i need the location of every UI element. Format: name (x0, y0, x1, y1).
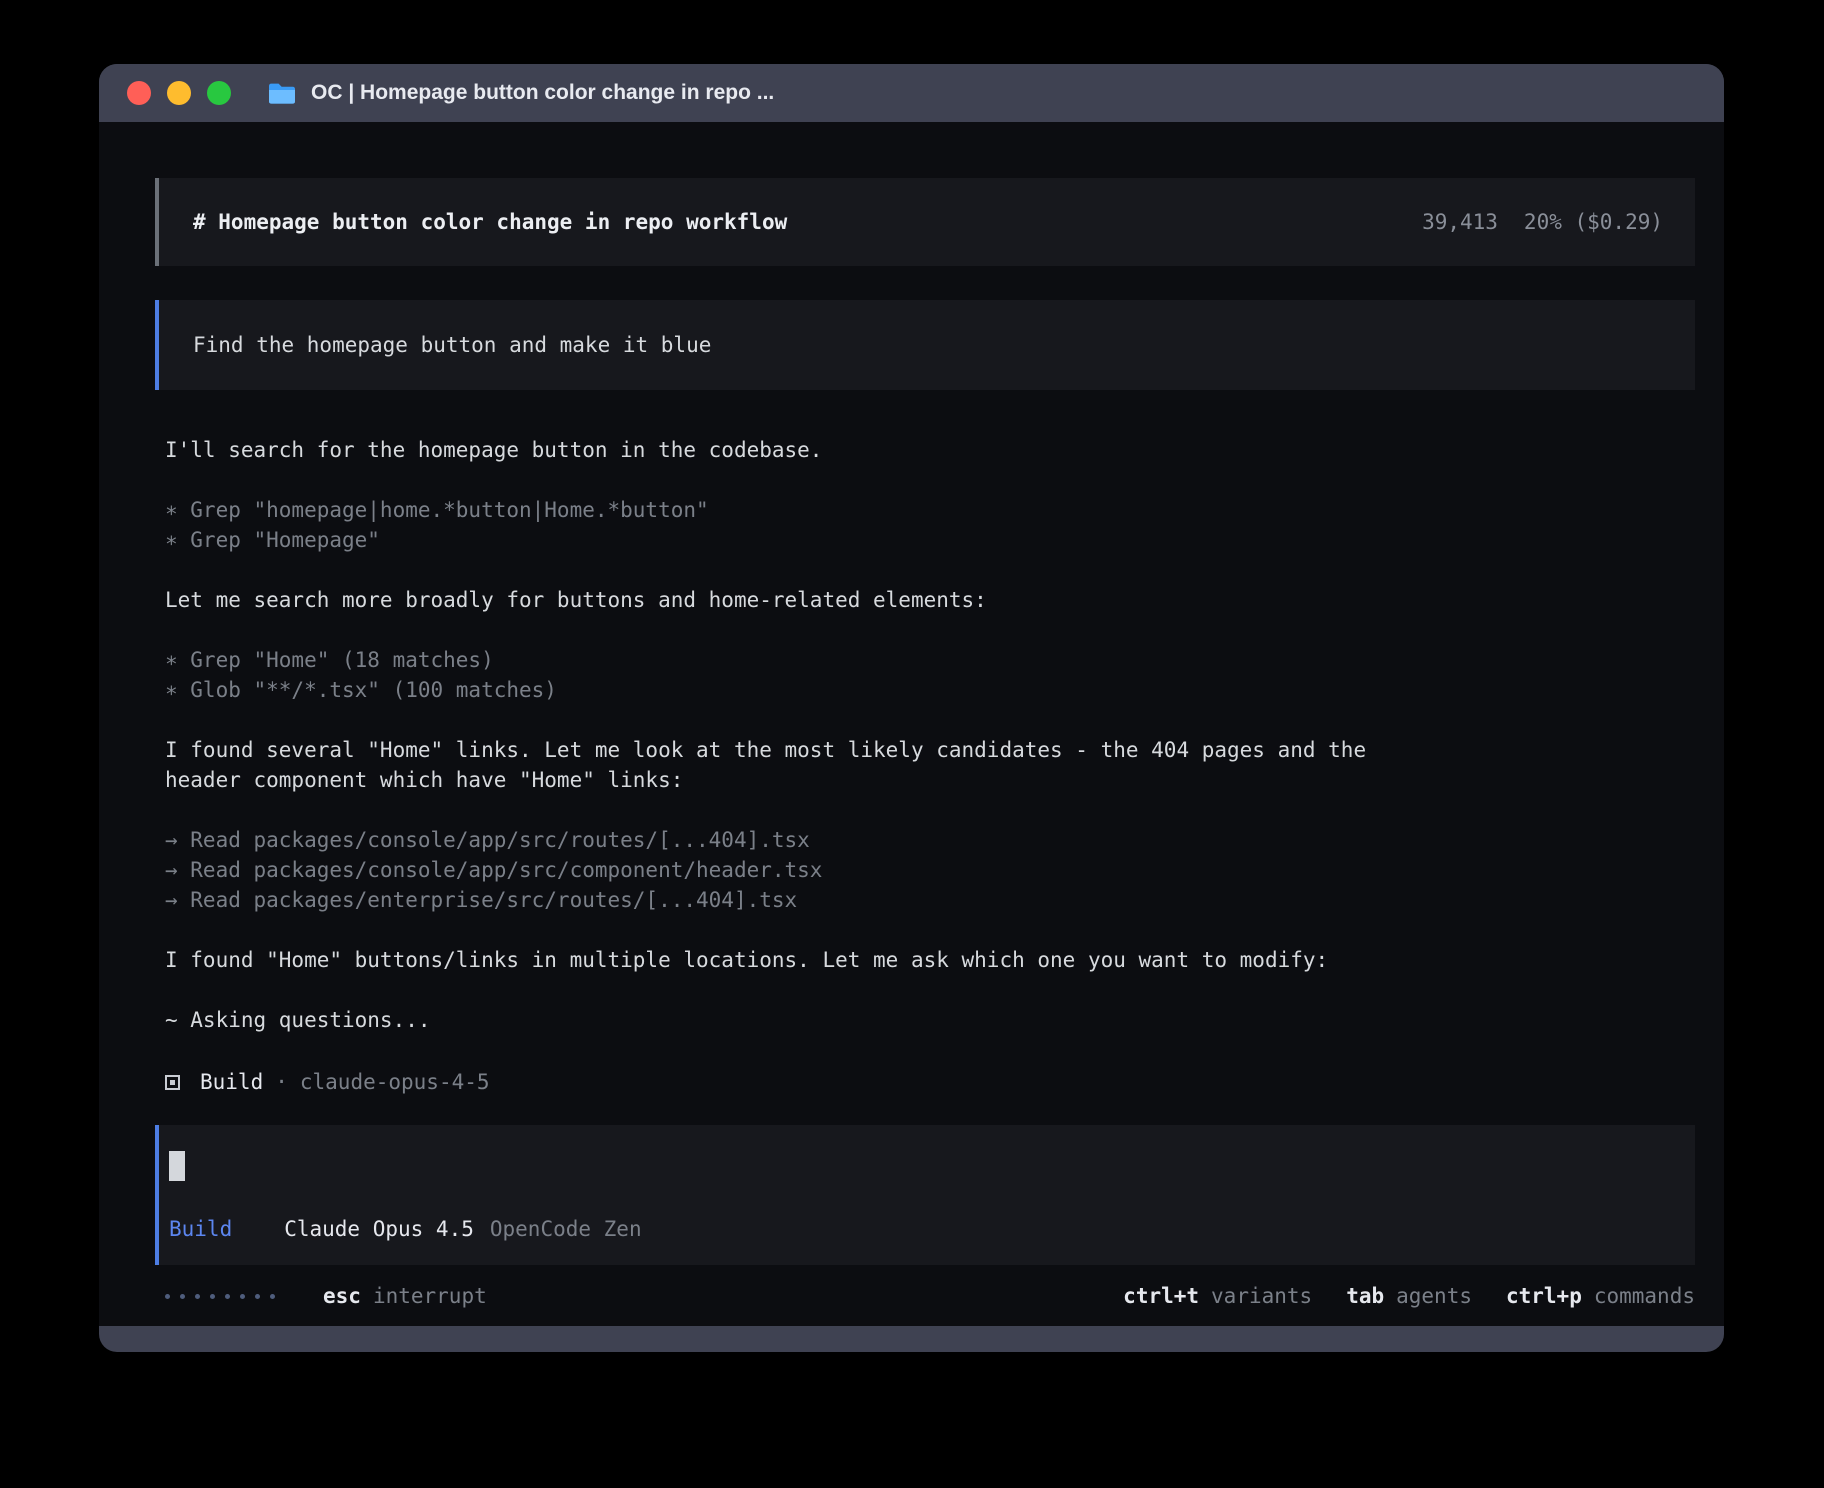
assistant-text: Let me search more broadly for buttons a… (165, 585, 1410, 615)
shortcut-key: esc (323, 1284, 361, 1308)
activity-dots-icon (165, 1294, 275, 1299)
context-usage: 20% ($0.29) (1524, 210, 1663, 234)
tool-group: ∗ Grep "Home" (18 matches) ∗ Glob "**/*.… (165, 645, 1695, 705)
transcript: I'll search for the homepage button in t… (165, 435, 1695, 1035)
agent-square-icon (165, 1075, 180, 1090)
token-count: 39,413 (1422, 210, 1498, 234)
input-meta: Build Claude Opus 4.5 OpenCode Zen (169, 1217, 1669, 1241)
tool-call-glob: ∗ Glob "**/*.tsx" (100 matches) (165, 675, 1695, 705)
tool-call-grep: ∗ Grep "Home" (18 matches) (165, 645, 1695, 675)
shortcut-key: ctrl+p (1506, 1284, 1582, 1308)
assistant-text: I'll search for the homepage button in t… (165, 435, 1410, 465)
tool-group: → Read packages/console/app/src/routes/[… (165, 825, 1695, 915)
tool-call-read: → Read packages/console/app/src/componen… (165, 855, 1695, 885)
assistant-text: I found "Home" buttons/links in multiple… (165, 945, 1410, 975)
window-title: OC | Homepage button color change in rep… (311, 81, 774, 105)
shortcut-label: commands (1594, 1284, 1695, 1308)
prompt-input[interactable]: Build Claude Opus 4.5 OpenCode Zen (155, 1125, 1695, 1265)
shortcut-agents: tab agents (1346, 1284, 1472, 1308)
agent-name: Build (200, 1070, 263, 1094)
titlebar[interactable]: OC | Homepage button color change in rep… (99, 64, 1724, 122)
session-header: # Homepage button color change in repo w… (155, 178, 1695, 266)
shortcut-key: ctrl+t (1123, 1284, 1199, 1308)
tool-call-grep: ∗ Grep "homepage|home.*button|Home.*butt… (165, 495, 1695, 525)
user-message-text: Find the homepage button and make it blu… (193, 333, 711, 357)
text-cursor-icon (169, 1151, 185, 1181)
shortcut-label: variants (1211, 1284, 1312, 1308)
shortcut-label: interrupt (373, 1284, 487, 1308)
session-stats: 39,413 20% ($0.29) (1422, 210, 1663, 234)
close-button[interactable] (127, 81, 151, 105)
shortcut-variants: ctrl+t variants (1123, 1284, 1312, 1308)
statusbar: esc interrupt ctrl+t variants tab agents… (165, 1281, 1695, 1311)
shortcut-label: agents (1396, 1284, 1472, 1308)
shortcut-key: tab (1346, 1284, 1384, 1308)
minimize-button[interactable] (167, 81, 191, 105)
window-title-group: OC | Homepage button color change in rep… (267, 81, 774, 106)
tool-call-read: → Read packages/console/app/src/routes/[… (165, 825, 1695, 855)
input-model[interactable]: Claude Opus 4.5 (284, 1217, 474, 1241)
assistant-text: I found several "Home" links. Let me loo… (165, 735, 1410, 795)
terminal-window: OC | Homepage button color change in rep… (99, 64, 1724, 1352)
shortcut-commands: ctrl+p commands (1506, 1284, 1695, 1308)
agent-model: claude-opus-4-5 (300, 1070, 490, 1094)
session-title: # Homepage button color change in repo w… (193, 210, 787, 234)
tool-call-grep: ∗ Grep "Homepage" (165, 525, 1695, 555)
folder-icon (267, 81, 297, 106)
traffic-lights (127, 81, 231, 105)
status-separator: · (275, 1070, 288, 1094)
terminal-content: # Homepage button color change in repo w… (99, 122, 1724, 1326)
input-provider: OpenCode Zen (490, 1217, 642, 1241)
tool-group: ∗ Grep "homepage|home.*button|Home.*butt… (165, 495, 1695, 555)
shortcut-interrupt: esc interrupt (323, 1284, 487, 1308)
zoom-button[interactable] (207, 81, 231, 105)
input-mode[interactable]: Build (169, 1217, 232, 1241)
agent-status-line: Build · claude-opus-4-5 (165, 1067, 1695, 1097)
shortcut-group: ctrl+t variants tab agents ctrl+p comman… (1123, 1284, 1695, 1308)
user-message: Find the homepage button and make it blu… (155, 300, 1695, 390)
assistant-status-text: ~ Asking questions... (165, 1005, 1410, 1035)
tool-call-read: → Read packages/enterprise/src/routes/[.… (165, 885, 1695, 915)
